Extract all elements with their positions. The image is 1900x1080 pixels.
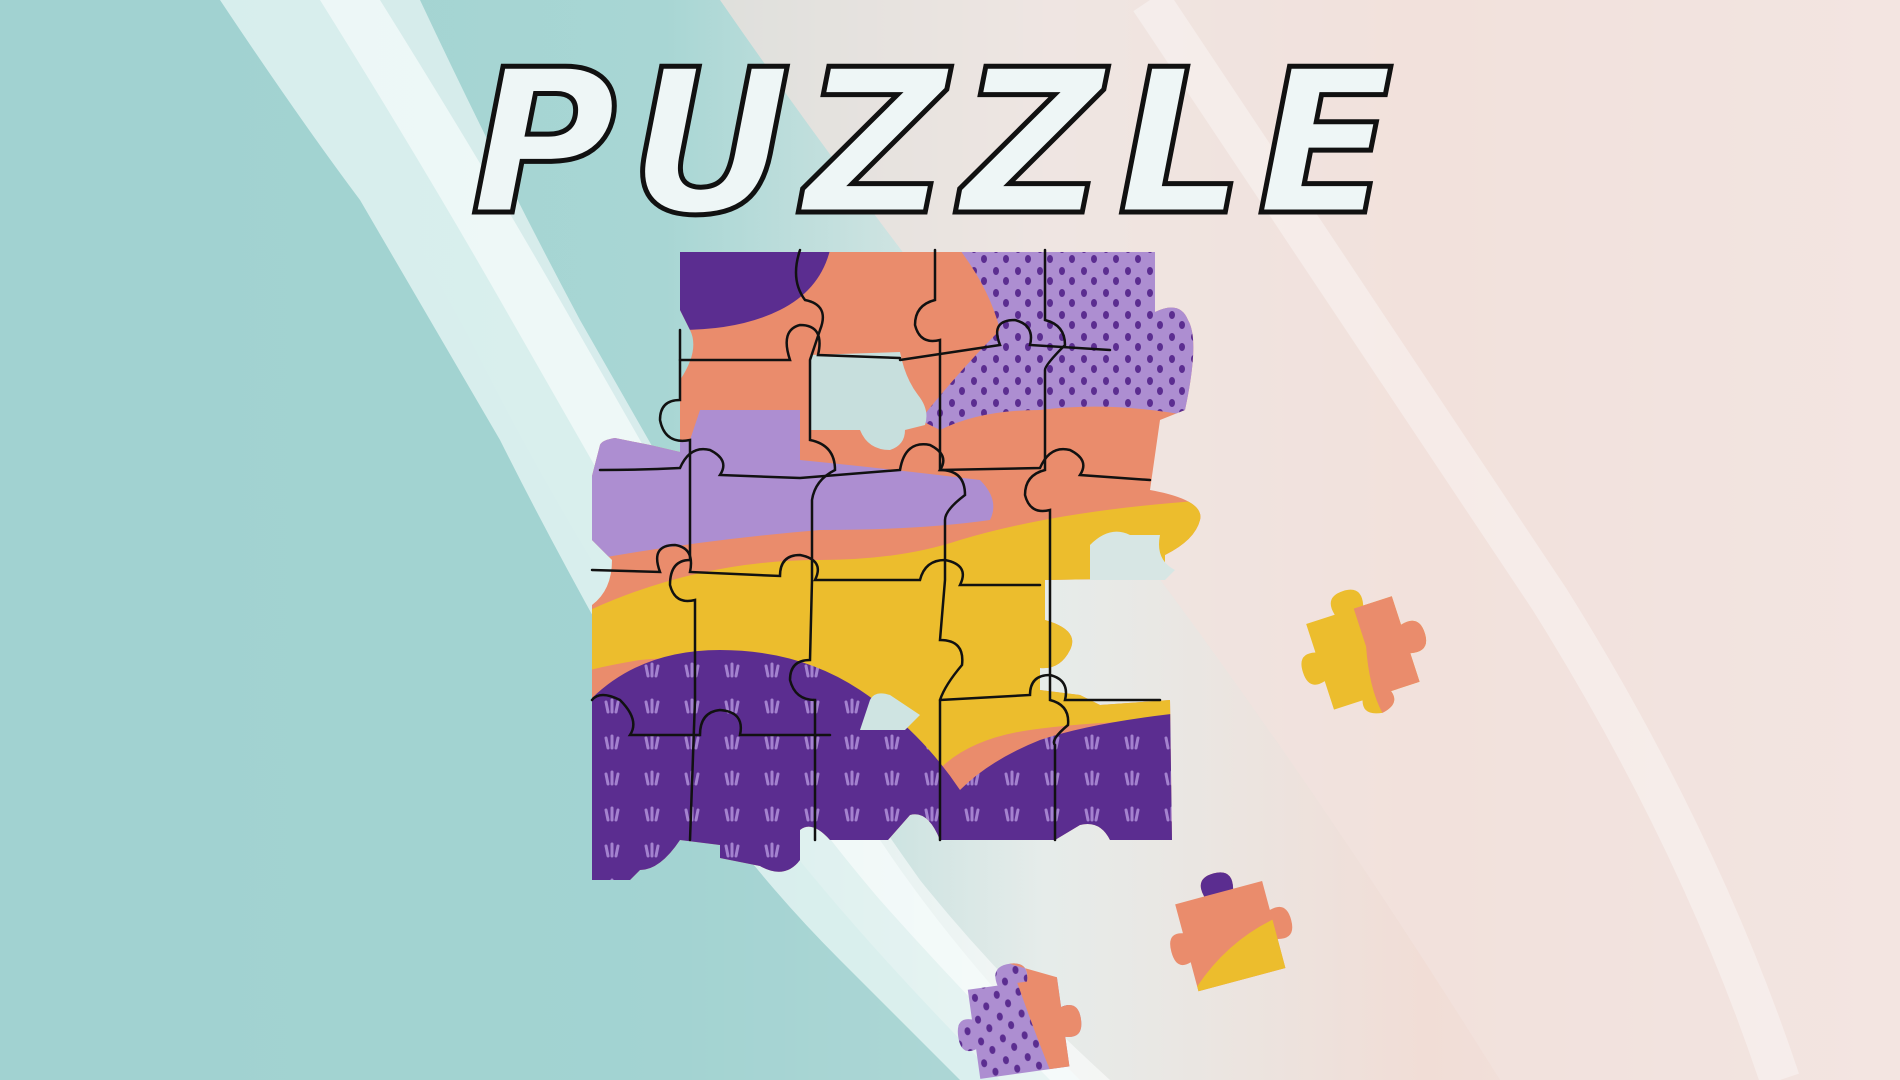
page-title: PUZZLE [470, 27, 1405, 260]
title-banner: PUZZLE [468, 25, 1405, 261]
